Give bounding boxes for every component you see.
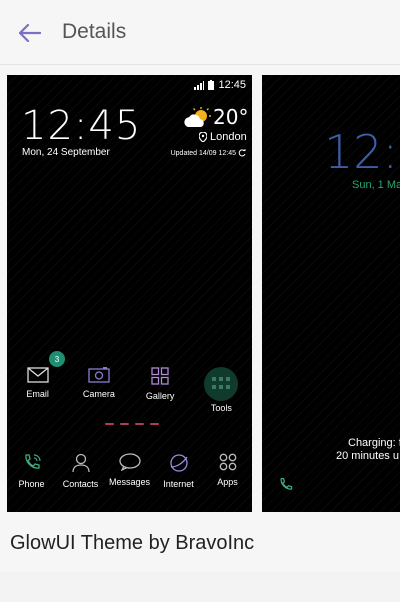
preview-screenshot-home[interactable]: 12:45 12:45 Mon, 24 September 20° London… (7, 75, 252, 512)
phone-icon (24, 454, 41, 469)
tools-icon (204, 367, 239, 401)
app-label-messages: Messages (108, 477, 151, 487)
page-dot (135, 423, 144, 425)
back-arrow-icon (19, 24, 41, 42)
date-label: Mon, 24 September (22, 147, 110, 158)
lock-date: Sun, 1 Ma (352, 179, 400, 191)
weather-location: London (199, 131, 247, 143)
weather-temperature: 20° (213, 105, 249, 129)
page-dot (105, 423, 114, 425)
app-bar: Details (0, 0, 400, 65)
app-phone[interactable]: Phone (7, 453, 56, 489)
back-button[interactable] (14, 18, 46, 48)
charging-status: Charging: f (348, 437, 400, 449)
app-label-internet: Internet (163, 479, 194, 489)
theme-title: GlowUI Theme by BravoInc (10, 532, 255, 554)
messages-icon (118, 453, 141, 471)
location-pin-icon (199, 132, 207, 142)
app-email[interactable]: 3 Email (7, 351, 68, 413)
app-internet[interactable]: Internet (154, 453, 203, 489)
app-contacts[interactable]: Contacts (56, 453, 105, 489)
preview-screenshot-lock[interactable]: 12:4 Sun, 1 Ma Charging: f 20 minutes u (262, 75, 400, 512)
app-camera[interactable]: Camera (68, 367, 129, 413)
contacts-icon (71, 453, 90, 473)
internet-icon (169, 454, 188, 472)
dock: Phone Contacts Messages Internet Apps (7, 453, 252, 489)
app-gallery[interactable]: Gallery (130, 367, 191, 413)
weather-updated: Updated 14/09 12:45 (171, 149, 246, 157)
status-time: 12:45 (218, 79, 246, 91)
notification-badge: 3 (49, 351, 65, 367)
weather-icon (184, 107, 211, 127)
page-title: Details (62, 20, 127, 43)
app-label-gallery: Gallery (145, 391, 175, 401)
preview-carousel[interactable]: 12:45 12:45 Mon, 24 September 20° London… (0, 72, 400, 514)
location-label: London (210, 131, 247, 143)
app-label-apps: Apps (217, 477, 238, 487)
page-dot (120, 423, 129, 425)
clock-widget: 12:45 (21, 103, 142, 149)
email-icon (26, 367, 49, 383)
charging-time: 20 minutes u (336, 450, 399, 462)
apps-icon (219, 453, 236, 471)
app-row-top: 3 Email Camera Gallery Tools (7, 351, 252, 413)
app-label-camera: Camera (82, 389, 115, 399)
footer-area (0, 572, 400, 602)
battery-icon (208, 80, 215, 90)
signal-icon (194, 80, 205, 90)
app-label-contacts: Contacts (62, 479, 99, 489)
updated-label: Updated 14/09 12:45 (170, 149, 236, 157)
app-label-email: Email (26, 389, 49, 399)
lock-clock: 12:4 (324, 125, 400, 179)
page-dot (150, 423, 159, 425)
phone-icon (280, 478, 293, 490)
page-indicator (105, 423, 159, 425)
gallery-icon (151, 367, 169, 385)
refresh-icon (238, 149, 246, 157)
app-tools[interactable]: Tools (191, 367, 252, 413)
app-label-tools: Tools (210, 403, 232, 413)
camera-icon (88, 367, 110, 383)
status-bar: 12:45 (194, 79, 246, 91)
app-messages[interactable]: Messages (105, 453, 154, 489)
app-label-phone: Phone (18, 479, 45, 489)
app-apps[interactable]: Apps (203, 453, 252, 489)
